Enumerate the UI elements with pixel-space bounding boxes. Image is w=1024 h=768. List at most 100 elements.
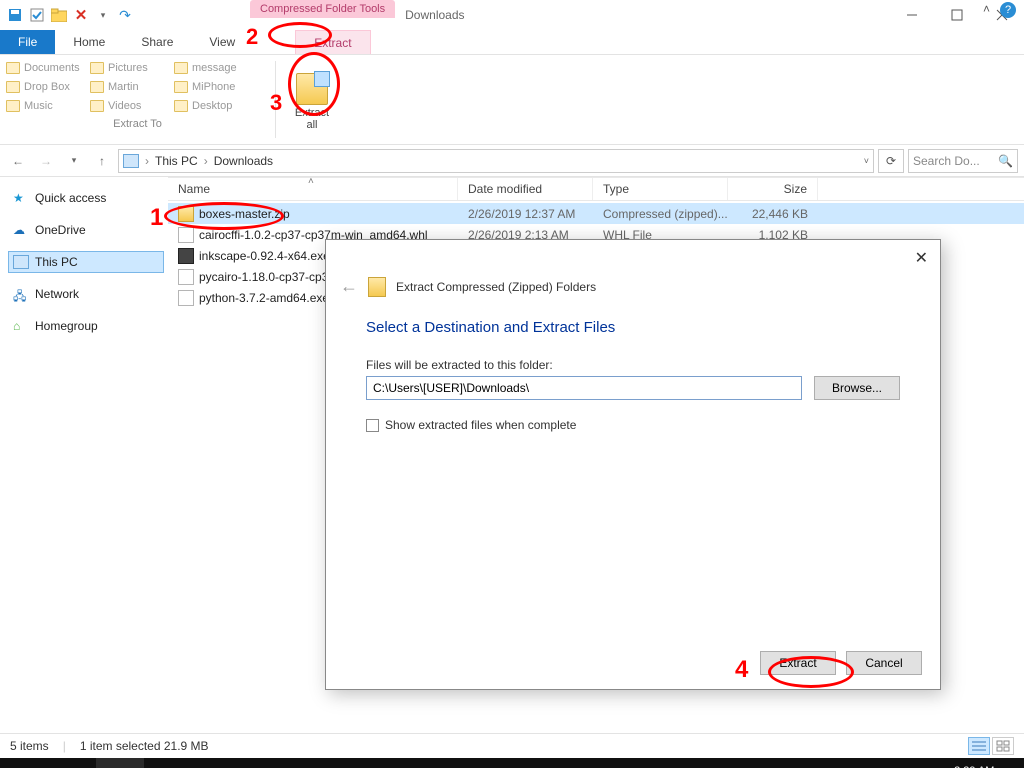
crumb-downloads[interactable]: Downloads (214, 154, 273, 168)
sidebar-item-network[interactable]: 🖧Network (8, 283, 164, 305)
taskbar-explorer[interactable] (96, 758, 144, 768)
destination-path-input[interactable]: C:\Users\[USER]\Downloads\ (366, 376, 802, 400)
navigation-pane: ★Quick access ☁ OneDrive This PC 🖧Network… (0, 177, 168, 733)
label: This PC (35, 255, 78, 269)
cancel-button[interactable]: Cancel (846, 651, 922, 675)
sidebar-item-this-pc[interactable]: This PC (8, 251, 164, 273)
homegroup-icon: ⌂ (13, 319, 29, 333)
label: MiPhone (192, 81, 235, 93)
file-row[interactable]: boxes-master.zip 2/26/2019 12:37 AM Comp… (168, 203, 1024, 224)
divider (275, 61, 276, 138)
column-date[interactable]: Date modified (458, 178, 593, 200)
extract-target-documents[interactable]: Documents (6, 59, 86, 76)
file-type: Compressed (zipped)... (593, 207, 728, 221)
python-installer-icon (178, 290, 194, 306)
taskbar: ˄ 👤 🖧 🔊 ENG 2:39 AM 2/26/2019 1 (0, 758, 1024, 768)
chevron-right-icon: › (202, 154, 210, 168)
checkbox-icon (366, 419, 379, 432)
exe-icon (178, 248, 194, 264)
ribbon-tabs: File Home Share View Extract ˄ ? (0, 30, 1024, 55)
annotation-4: 4 (735, 656, 748, 684)
extract-all-button[interactable]: Extract all (284, 59, 340, 144)
start-button[interactable] (0, 758, 48, 768)
redo-icon[interactable]: ↷ (116, 6, 134, 24)
crumb-this-pc[interactable]: This PC (155, 154, 198, 168)
status-item-count: 5 items (10, 739, 49, 753)
new-folder-icon[interactable] (50, 6, 68, 24)
extract-target-martin[interactable]: Martin (90, 78, 170, 95)
dialog-close-button[interactable]: ✕ (915, 248, 928, 268)
taskbar-firefox[interactable] (192, 758, 240, 768)
forward-button[interactable]: → (34, 149, 58, 173)
label: Homegroup (35, 319, 98, 333)
show-files-checkbox[interactable]: Show extracted files when complete (366, 418, 900, 432)
task-view-button[interactable] (48, 758, 96, 768)
tab-home[interactable]: Home (55, 30, 123, 54)
extract-dialog: ✕ ← Extract Compressed (Zipped) Folders … (325, 239, 941, 690)
column-headers: Name˄ Date modified Type Size (168, 177, 1024, 201)
extract-target-music[interactable]: Music (6, 97, 86, 114)
window-title: Downloads (395, 0, 889, 30)
taskbar-store[interactable] (144, 758, 192, 768)
thumbnails-view-button[interactable] (992, 737, 1014, 755)
label: message (192, 62, 237, 74)
search-icon: 🔍 (998, 154, 1013, 168)
dialog-title: Extract Compressed (Zipped) Folders (396, 280, 596, 294)
file-name: inkscape-0.92.4-x64.exe (199, 249, 330, 263)
address-dropdown-icon[interactable]: ˅ (864, 156, 869, 166)
star-icon: ★ (13, 191, 29, 205)
sort-asc-icon: ˄ (308, 176, 314, 187)
browse-button[interactable]: Browse... (814, 376, 900, 400)
taskbar-ubuntu[interactable] (240, 758, 288, 768)
tab-extract[interactable]: Extract (295, 30, 370, 54)
file-icon (178, 227, 194, 243)
this-pc-icon (123, 154, 139, 168)
extract-target-dropbox[interactable]: Drop Box (6, 78, 86, 95)
file-size: 22,446 KB (728, 207, 818, 221)
label: Desktop (192, 100, 232, 112)
column-type[interactable]: Type (593, 178, 728, 200)
up-button[interactable]: ↑ (90, 149, 114, 173)
column-size[interactable]: Size (728, 178, 818, 200)
ribbon-collapse-icon[interactable]: ˄ (983, 2, 990, 18)
refresh-button[interactable]: ⟳ (878, 149, 904, 173)
ribbon: Documents Pictures message Drop Box Mart… (0, 55, 1024, 145)
sidebar-item-quick-access[interactable]: ★Quick access (8, 187, 164, 209)
dialog-heading: Select a Destination and Extract Files (366, 319, 900, 336)
extract-target-pictures[interactable]: Pictures (90, 59, 170, 76)
status-selection: 1 item selected 21.9 MB (80, 739, 209, 753)
save-icon[interactable] (6, 6, 24, 24)
maximize-button[interactable] (934, 0, 979, 30)
file-tab[interactable]: File (0, 30, 55, 54)
cloud-icon: ☁ (13, 223, 29, 237)
extract-button[interactable]: Extract (760, 651, 836, 675)
pc-icon (13, 255, 29, 269)
search-input[interactable]: Search Do... 🔍 (908, 149, 1018, 173)
file-date: 2/26/2019 12:37 AM (458, 207, 593, 221)
extract-target-desktop[interactable]: Desktop (174, 97, 254, 114)
extract-target-miphone[interactable]: MiPhone (174, 78, 254, 95)
sidebar-item-homegroup[interactable]: ⌂ Homegroup (8, 315, 164, 337)
dialog-back-button[interactable]: ← (340, 276, 358, 297)
help-icon[interactable]: ? (1000, 2, 1016, 18)
delete-icon[interactable]: ✕ (72, 6, 90, 24)
label: Drop Box (24, 81, 70, 93)
label: OneDrive (35, 223, 86, 237)
extract-target-videos[interactable]: Videos (90, 97, 170, 114)
details-view-button[interactable] (968, 737, 990, 755)
quick-access-toolbar: ✕ ▾ ↷ (0, 0, 140, 30)
recent-locations-dropdown[interactable]: ▾ (62, 149, 86, 173)
undo-dropdown-icon[interactable]: ▾ (94, 6, 112, 24)
extract-all-icon (296, 73, 328, 105)
back-button[interactable]: ← (6, 149, 30, 173)
sidebar-item-onedrive[interactable]: ☁ OneDrive (8, 219, 164, 241)
address-bar[interactable]: › This PC › Downloads ˅ (118, 149, 874, 173)
tab-view[interactable]: View (191, 30, 253, 54)
extract-target-message[interactable]: message (174, 59, 254, 76)
qat-checkbox-icon[interactable] (28, 6, 46, 24)
dialog-prompt: Files will be extracted to this folder: (366, 358, 900, 372)
label: Videos (108, 100, 141, 112)
column-name[interactable]: Name˄ (168, 178, 458, 200)
minimize-button[interactable] (889, 0, 934, 30)
tab-share[interactable]: Share (123, 30, 191, 54)
